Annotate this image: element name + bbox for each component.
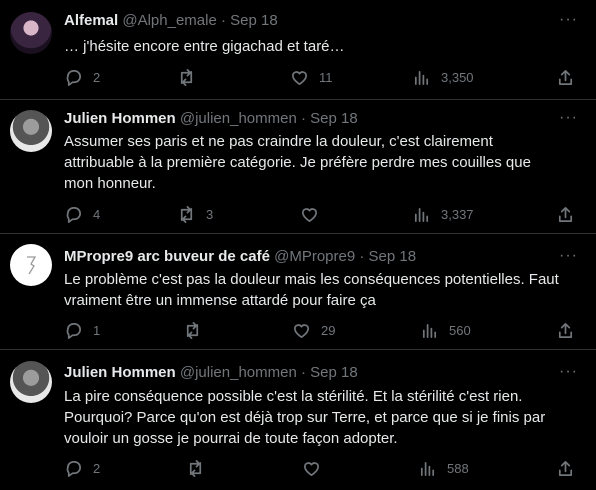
tweet-date[interactable]: Sep 18 [230, 12, 278, 29]
avatar[interactable] [10, 361, 52, 403]
like-button[interactable]: 11 [290, 67, 333, 87]
retweet-icon [180, 68, 193, 86]
tweet[interactable]: MPropre9 arc buveur de café @MPropre9 · … [0, 234, 596, 350]
like-button[interactable]: 29 [292, 320, 335, 340]
reply-button[interactable]: 1 [64, 320, 100, 340]
like-button[interactable] [300, 204, 329, 224]
retweet-button[interactable] [183, 320, 212, 340]
view-count: 3,350 [441, 69, 474, 85]
views-button[interactable]: 3,337 [412, 204, 474, 224]
more-options-icon[interactable]: ··· [559, 12, 578, 28]
reply-count: 2 [93, 69, 101, 85]
retweet-icon [189, 459, 202, 477]
reply-icon [66, 322, 81, 339]
author-handle[interactable]: @Alph_emale [122, 12, 216, 29]
views-icon [414, 207, 429, 222]
tweet-date[interactable]: Sep 18 [310, 364, 358, 381]
views-icon [420, 461, 435, 476]
tweet-header: Julien Hommen @julien_hommen · Sep 18 [64, 109, 358, 129]
reply-count: 2 [93, 460, 101, 476]
retweet-button[interactable] [186, 458, 215, 478]
reply-button[interactable]: 2 [64, 458, 100, 478]
views-icon [414, 70, 429, 85]
views-button[interactable]: 588 [418, 458, 469, 478]
author-name[interactable]: Julien Hommen [64, 110, 176, 127]
author-handle[interactable]: @julien_hommen [180, 110, 297, 127]
views-button[interactable]: 3,350 [412, 67, 474, 87]
share-icon [558, 206, 573, 222]
views-button[interactable]: 560 [420, 320, 471, 340]
reply-thread: Alfemal @Alph_emale · Sep 18 ··· … j'hés… [0, 0, 596, 490]
separator: · [300, 364, 306, 381]
heart-icon [301, 207, 318, 222]
reply-count: 4 [93, 206, 101, 222]
tweet-text: Le problème c'est pas la douleur mais le… [64, 271, 559, 309]
view-count: 588 [447, 460, 469, 476]
tweet-date[interactable]: Sep 18 [310, 110, 358, 127]
tweet-text: … j'hésite encore entre gigachad et taré… [64, 38, 345, 55]
tweet-text: Assumer ses paris et ne pas craindre la … [64, 133, 531, 192]
avatar[interactable] [10, 244, 52, 286]
tweet-header: Alfemal @Alph_emale · Sep 18 [64, 11, 278, 31]
share-icon [558, 69, 573, 85]
view-count: 3,337 [441, 206, 474, 222]
tweet[interactable]: Alfemal @Alph_emale · Sep 18 ··· … j'hés… [0, 0, 596, 100]
share-button[interactable] [556, 67, 575, 87]
like-count: 29 [321, 322, 336, 338]
retweet-button[interactable] [177, 67, 206, 87]
author-name[interactable]: MPropre9 arc buveur de café [64, 248, 270, 265]
tweet-text: La pire conséquence possible c'est la st… [64, 388, 546, 447]
more-options-icon[interactable]: ··· [559, 248, 578, 264]
retweet-count: 3 [206, 206, 214, 222]
like-button[interactable] [302, 458, 331, 478]
heart-icon [293, 323, 310, 338]
share-button[interactable] [556, 458, 575, 478]
reply-icon [66, 206, 81, 223]
separator: · [300, 110, 306, 127]
reply-button[interactable]: 2 [64, 67, 100, 87]
tweet-header: Julien Hommen @julien_hommen · Sep 18 [64, 363, 358, 383]
heart-icon [291, 70, 308, 85]
retweet-icon [186, 321, 199, 339]
share-button[interactable] [556, 320, 575, 340]
separator: · [220, 12, 226, 29]
author-handle[interactable]: @MPropre9 [274, 248, 355, 265]
share-icon [558, 460, 573, 476]
tweet-header: MPropre9 arc buveur de café @MPropre9 · … [64, 247, 416, 267]
retweet-icon [180, 205, 193, 223]
tweet[interactable]: Julien Hommen @julien_hommen · Sep 18 ··… [0, 350, 596, 490]
share-icon [558, 322, 573, 338]
avatar[interactable] [10, 110, 52, 152]
reply-count: 1 [93, 322, 101, 338]
share-button[interactable] [556, 204, 575, 224]
reply-icon [66, 69, 81, 86]
more-options-icon[interactable]: ··· [559, 364, 578, 380]
tweet-actions: 2 11 3,350 [0, 67, 596, 87]
tweet-actions: 1 29 560 [0, 320, 596, 340]
view-count: 560 [449, 322, 471, 338]
views-icon [422, 323, 437, 338]
avatar-glyph-icon [27, 256, 37, 275]
tweet-actions: 4 3 3,337 [0, 204, 596, 224]
author-name[interactable]: Alfemal [64, 12, 118, 29]
avatar[interactable] [10, 12, 52, 54]
separator: · [359, 248, 365, 265]
author-handle[interactable]: @julien_hommen [180, 364, 297, 381]
author-name[interactable]: Julien Hommen [64, 364, 176, 381]
retweet-button[interactable]: 3 [177, 204, 213, 224]
reply-icon [66, 460, 81, 477]
tweet-date[interactable]: Sep 18 [369, 248, 417, 265]
heart-icon [303, 461, 320, 476]
like-count: 11 [319, 69, 333, 85]
tweet[interactable]: Julien Hommen @julien_hommen · Sep 18 ··… [0, 100, 596, 234]
tweet-actions: 2 588 [0, 458, 596, 478]
reply-button[interactable]: 4 [64, 204, 100, 224]
more-options-icon[interactable]: ··· [559, 110, 578, 126]
